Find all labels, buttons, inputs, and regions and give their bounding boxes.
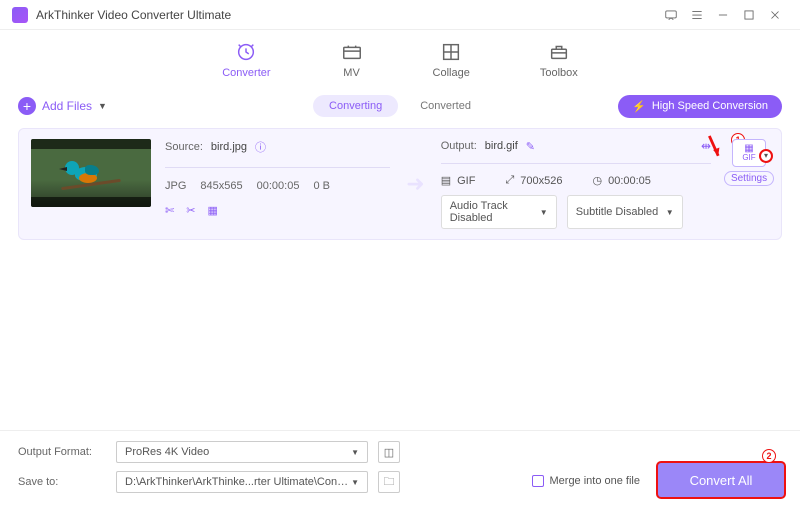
source-column: Source: bird.jpg ⓘ JPG 845x565 00:00:05 …	[165, 139, 390, 229]
save-to-label: Save to:	[18, 476, 106, 488]
clock-icon: ◷	[592, 174, 602, 187]
collage-icon	[440, 41, 462, 63]
source-meta: JPG 845x565 00:00:05 0 B	[165, 180, 390, 192]
app-title: ArkThinker Video Converter Ultimate	[36, 8, 658, 22]
subtitle-select[interactable]: Subtitle Disabled ▼	[567, 195, 683, 229]
output-meta: ▤ GIF ⤢ 700x526 ◷ 00:00:05	[441, 174, 711, 187]
output-filename: bird.gif	[485, 140, 518, 152]
output-format: GIF	[457, 175, 475, 187]
save-to-value: D:\ArkThinker\ArkThinke...rter Ultimate\…	[125, 476, 351, 488]
tab-converter[interactable]: Converter	[222, 41, 270, 79]
add-files-label: Add Files	[42, 99, 92, 113]
menu-icon[interactable]	[684, 2, 710, 28]
feedback-icon[interactable]	[658, 2, 684, 28]
high-speed-conversion-button[interactable]: ⚡ High Speed Conversion	[618, 95, 782, 118]
format-dropdown-icon[interactable]: ▾	[759, 149, 773, 163]
output-duration: 00:00:05	[608, 175, 651, 187]
file-list: Source: bird.jpg ⓘ JPG 845x565 00:00:05 …	[0, 122, 800, 430]
output-column: Output: bird.gif ✎ ⇹ ▤GIF ⤢700x526 ◷00:0…	[441, 139, 711, 229]
checkbox-icon	[532, 475, 544, 487]
expand-icon: ⤢	[505, 174, 514, 187]
tab-collage[interactable]: Collage	[433, 41, 470, 79]
source-duration: 00:00:05	[257, 180, 300, 192]
tab-label: Converter	[222, 67, 270, 79]
minimize-button[interactable]	[710, 2, 736, 28]
audio-select-value: Audio Track Disabled	[450, 200, 540, 224]
source-label: Source:	[165, 141, 203, 153]
annotation-badge-2: 2	[762, 449, 776, 463]
merge-label: Merge into one file	[550, 475, 641, 487]
source-filename: bird.jpg	[211, 141, 247, 153]
apply-all-icon[interactable]: ◫	[378, 441, 400, 463]
format-badge-label: GIF	[742, 154, 755, 162]
tab-label: MV	[343, 67, 360, 79]
thumbnail[interactable]	[31, 139, 151, 207]
save-to-select[interactable]: D:\ArkThinker\ArkThinke...rter Ultimate\…	[116, 471, 368, 493]
app-window: ArkThinker Video Converter Ultimate Conv…	[0, 0, 800, 507]
film-icon: ▤	[441, 174, 451, 187]
output-format-select[interactable]: ProRes 4K Video ▼	[116, 441, 368, 463]
enhance-icon[interactable]: ▦	[207, 204, 217, 217]
subtab-converting[interactable]: Converting	[313, 95, 398, 117]
open-folder-icon[interactable]: 🗀	[378, 471, 400, 493]
format-box: 1 ▦ GIF ▾ Settings	[729, 139, 769, 229]
tab-label: Toolbox	[540, 67, 578, 79]
converter-icon	[235, 41, 257, 63]
chevron-down-icon: ▼	[540, 208, 548, 217]
subtab-converted[interactable]: Converted	[404, 95, 487, 117]
footer: Output Format: ProRes 4K Video ▼ ◫ Save …	[0, 430, 800, 507]
mv-icon	[341, 41, 363, 63]
audio-track-select[interactable]: Audio Track Disabled▼	[441, 195, 557, 229]
maximize-button[interactable]	[736, 2, 762, 28]
toolbar: + Add Files ▼ Converting Converted ⚡ Hig…	[0, 90, 800, 122]
subtitle-select-value: Subtitle Disabled	[576, 206, 659, 218]
tab-mv[interactable]: MV	[341, 41, 363, 79]
subtabs: Converting Converted	[313, 95, 487, 117]
plus-icon: +	[18, 97, 36, 115]
info-icon[interactable]: ⓘ	[255, 139, 266, 155]
chevron-down-icon: ▼	[98, 101, 107, 111]
hsc-label: High Speed Conversion	[652, 100, 768, 112]
chevron-down-icon: ▼	[351, 448, 359, 457]
edit-tools: ✄ ✂ ▦	[165, 204, 390, 217]
close-button[interactable]	[762, 2, 788, 28]
source-size: 0 B	[313, 180, 330, 192]
merge-checkbox[interactable]: Merge into one file	[532, 475, 641, 487]
edit-name-icon[interactable]: ✎	[526, 140, 535, 153]
output-label: Output:	[441, 140, 477, 152]
output-resolution: 700x526	[520, 175, 562, 187]
source-format: JPG	[165, 180, 186, 192]
app-icon	[12, 7, 28, 23]
file-item: Source: bird.jpg ⓘ JPG 845x565 00:00:05 …	[18, 128, 782, 240]
source-resolution: 845x565	[200, 180, 242, 192]
chevron-down-icon: ▼	[351, 478, 359, 487]
cut-icon[interactable]: ✂	[186, 204, 195, 217]
output-format-value: ProRes 4K Video	[125, 446, 209, 458]
arrow-icon: ➜	[406, 171, 424, 197]
divider	[165, 167, 390, 168]
divider	[441, 163, 711, 164]
tab-toolbox[interactable]: Toolbox	[540, 41, 578, 79]
toolbox-icon	[548, 41, 570, 63]
settings-button[interactable]: Settings	[724, 171, 774, 186]
output-format-label: Output Format:	[18, 446, 106, 458]
tab-label: Collage	[433, 67, 470, 79]
titlebar: ArkThinker Video Converter Ultimate	[0, 0, 800, 30]
lightning-icon: ⚡	[632, 100, 646, 113]
chevron-down-icon: ▼	[666, 208, 674, 217]
add-files-button[interactable]: + Add Files ▼	[18, 97, 107, 115]
output-format-button[interactable]: ▦ GIF ▾	[732, 139, 766, 167]
main-tabs: Converter MV Collage Toolbox	[0, 30, 800, 90]
trim-icon[interactable]: ✄	[165, 204, 174, 217]
convert-all-button[interactable]: Convert All	[658, 463, 784, 497]
convert-wrap: 2 Convert All	[658, 463, 784, 497]
